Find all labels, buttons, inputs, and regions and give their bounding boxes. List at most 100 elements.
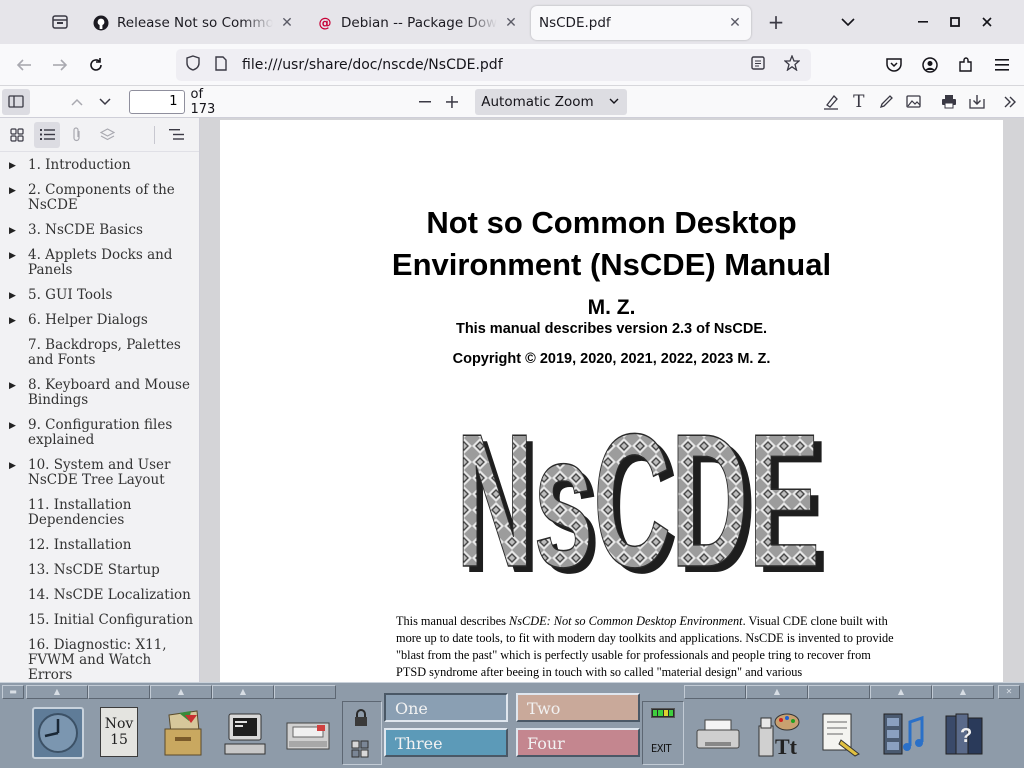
url-bar[interactable]: file:///usr/share/doc/nscde/NsCDE.pdf: [176, 49, 811, 81]
firefox-view-icon[interactable]: [43, 5, 77, 39]
zoom-out-icon[interactable]: [411, 89, 439, 115]
workspace-button-one[interactable]: One: [384, 693, 508, 722]
pocket-icon[interactable]: [878, 49, 910, 81]
file-manager-icon[interactable]: [160, 707, 206, 759]
outline-item[interactable]: ▶ 5. GUI Tools: [0, 286, 199, 306]
url-text[interactable]: file:///usr/share/doc/nscde/NsCDE.pdf: [242, 57, 741, 73]
clock-icon[interactable]: [32, 707, 84, 759]
sidebar-toggle-icon[interactable]: [2, 88, 30, 115]
subpanel-arrow[interactable]: [684, 685, 746, 699]
forward-icon[interactable]: [44, 49, 76, 81]
subpanel-arrow[interactable]: ▲: [150, 685, 212, 699]
add-image-icon[interactable]: [900, 89, 928, 115]
expand-arrow-icon[interactable]: ▶: [9, 314, 16, 329]
outline-item[interactable]: 14. NsCDE Localization: [0, 586, 199, 606]
close-tab-icon[interactable]: ✕: [503, 15, 519, 31]
outline-item[interactable]: ▶ 9. Configuration files explained: [0, 416, 199, 451]
new-tab-icon[interactable]: +: [759, 5, 793, 39]
expand-arrow-icon[interactable]: ▶: [9, 224, 16, 239]
outline-item[interactable]: ▶ 8. Keyboard and Mouse Bindings: [0, 376, 199, 411]
next-page-icon[interactable]: [91, 89, 119, 115]
expand-arrow-icon[interactable]: ▶: [9, 419, 16, 434]
workspace-button-three[interactable]: Three: [384, 728, 508, 757]
outline-item[interactable]: ▶ 3. NsCDE Basics: [0, 221, 199, 241]
workspace-button-two[interactable]: Two: [516, 693, 640, 722]
outline-item[interactable]: ▶ 2. Components of the NsCDE: [0, 181, 199, 216]
subpanel-arrow[interactable]: [274, 685, 336, 699]
expand-arrow-icon[interactable]: ▶: [9, 379, 16, 394]
page-info-icon[interactable]: [210, 55, 232, 75]
outline-item[interactable]: 12. Installation: [0, 536, 199, 556]
page-number-input[interactable]: [128, 89, 185, 114]
help-manager-icon[interactable]: ?: [940, 707, 990, 761]
tracking-protection-icon[interactable]: [182, 55, 204, 75]
close-window-icon[interactable]: [971, 6, 1003, 38]
subpanel-arrow[interactable]: ▲: [26, 685, 88, 699]
mail-icon[interactable]: [284, 713, 332, 759]
layers-icon[interactable]: [94, 122, 120, 148]
attachments-icon[interactable]: [64, 122, 90, 148]
tab-debian-package[interactable]: @ Debian -- Package Download ✕: [309, 6, 527, 40]
menu-icon[interactable]: [986, 49, 1018, 81]
maximize-icon[interactable]: [939, 6, 971, 38]
highlight-icon[interactable]: [818, 89, 846, 115]
printer-icon[interactable]: [694, 713, 742, 759]
expand-arrow-icon[interactable]: ▶: [9, 289, 16, 304]
current-outline-item-icon[interactable]: [163, 122, 189, 148]
text-editor-icon[interactable]: [816, 707, 866, 761]
subpanel-arrow[interactable]: ▲: [212, 685, 274, 699]
panel-menu-handle[interactable]: ▬: [2, 685, 24, 699]
close-tab-icon[interactable]: ✕: [279, 15, 295, 31]
extensions-icon[interactable]: [950, 49, 982, 81]
previous-page-icon[interactable]: [64, 89, 92, 115]
calendar-icon[interactable]: Nov 15: [100, 707, 138, 757]
back-icon[interactable]: [8, 49, 40, 81]
subpanel-arrow[interactable]: ▲: [746, 685, 808, 699]
account-icon[interactable]: [914, 49, 946, 81]
outline-item[interactable]: 16. Diagnostic: X11, FVWM and Watch Erro…: [0, 636, 199, 683]
close-tab-icon[interactable]: ✕: [727, 15, 743, 31]
lock-icon[interactable]: [351, 706, 371, 730]
text-tool-icon[interactable]: T: [845, 89, 873, 115]
outline-item[interactable]: 13. NsCDE Startup: [0, 561, 199, 581]
subpanel-arrow[interactable]: [808, 685, 870, 699]
save-download-icon[interactable]: [963, 89, 991, 115]
terminal-icon[interactable]: [222, 709, 268, 759]
pdf-viewer[interactable]: Not so Common Desktop Environment (NsCDE…: [200, 118, 1024, 682]
outline-item[interactable]: 15. Initial Configuration: [0, 611, 199, 631]
tab-nscde-pdf[interactable]: NsCDE.pdf ✕: [531, 6, 751, 40]
outline-item[interactable]: ▶ 10. System and User NsCDE Tree Layout: [0, 456, 199, 491]
subpanel-arrow[interactable]: ▲: [932, 685, 994, 699]
outline-item[interactable]: 7. Backdrops, Palettes and Fonts: [0, 336, 199, 371]
zoom-select[interactable]: Automatic Zoom: [475, 88, 627, 115]
subpanel-arrow[interactable]: [88, 685, 150, 699]
tab-github-release[interactable]: Release Not so Common Desktop Environmen…: [85, 6, 303, 40]
thumbnails-icon[interactable]: [4, 122, 30, 148]
minimize-icon[interactable]: [907, 6, 939, 38]
workspace-button-four[interactable]: Four: [516, 728, 640, 757]
outline-item[interactable]: ▶ 1. Introduction: [0, 156, 199, 176]
expand-arrow-icon[interactable]: ▶: [9, 184, 16, 199]
media-player-icon[interactable]: [878, 707, 928, 761]
subpanel-arrow[interactable]: ▲: [870, 685, 932, 699]
print-icon[interactable]: [936, 89, 964, 115]
exit-button[interactable]: EXIT: [651, 742, 672, 755]
bookmark-star-icon[interactable]: [781, 54, 803, 75]
expand-arrow-icon[interactable]: ▶: [9, 459, 16, 474]
zoom-in-icon[interactable]: [439, 89, 467, 115]
style-manager-icon[interactable]: Tt: [752, 707, 804, 761]
reader-view-icon[interactable]: [747, 56, 769, 74]
outline-item[interactable]: ▶ 6. Helper Dialogs: [0, 311, 199, 331]
outline-item[interactable]: ▶ 4. Applets Docks and Panels: [0, 246, 199, 281]
outline-item[interactable]: 11. Installation Dependencies: [0, 496, 199, 531]
panel-iconify-handle[interactable]: ✕: [998, 685, 1020, 699]
draw-icon[interactable]: [873, 89, 901, 115]
outline-icon[interactable]: [34, 121, 60, 148]
expand-arrow-icon[interactable]: ▶: [9, 159, 16, 174]
viewer-scrollbar[interactable]: [1004, 118, 1024, 682]
list-all-tabs-icon[interactable]: [831, 5, 865, 39]
expand-arrow-icon[interactable]: ▶: [9, 249, 16, 264]
tools-overflow-icon[interactable]: [997, 89, 1024, 115]
reload-icon[interactable]: [80, 49, 112, 81]
pager-icon[interactable]: [349, 738, 371, 760]
